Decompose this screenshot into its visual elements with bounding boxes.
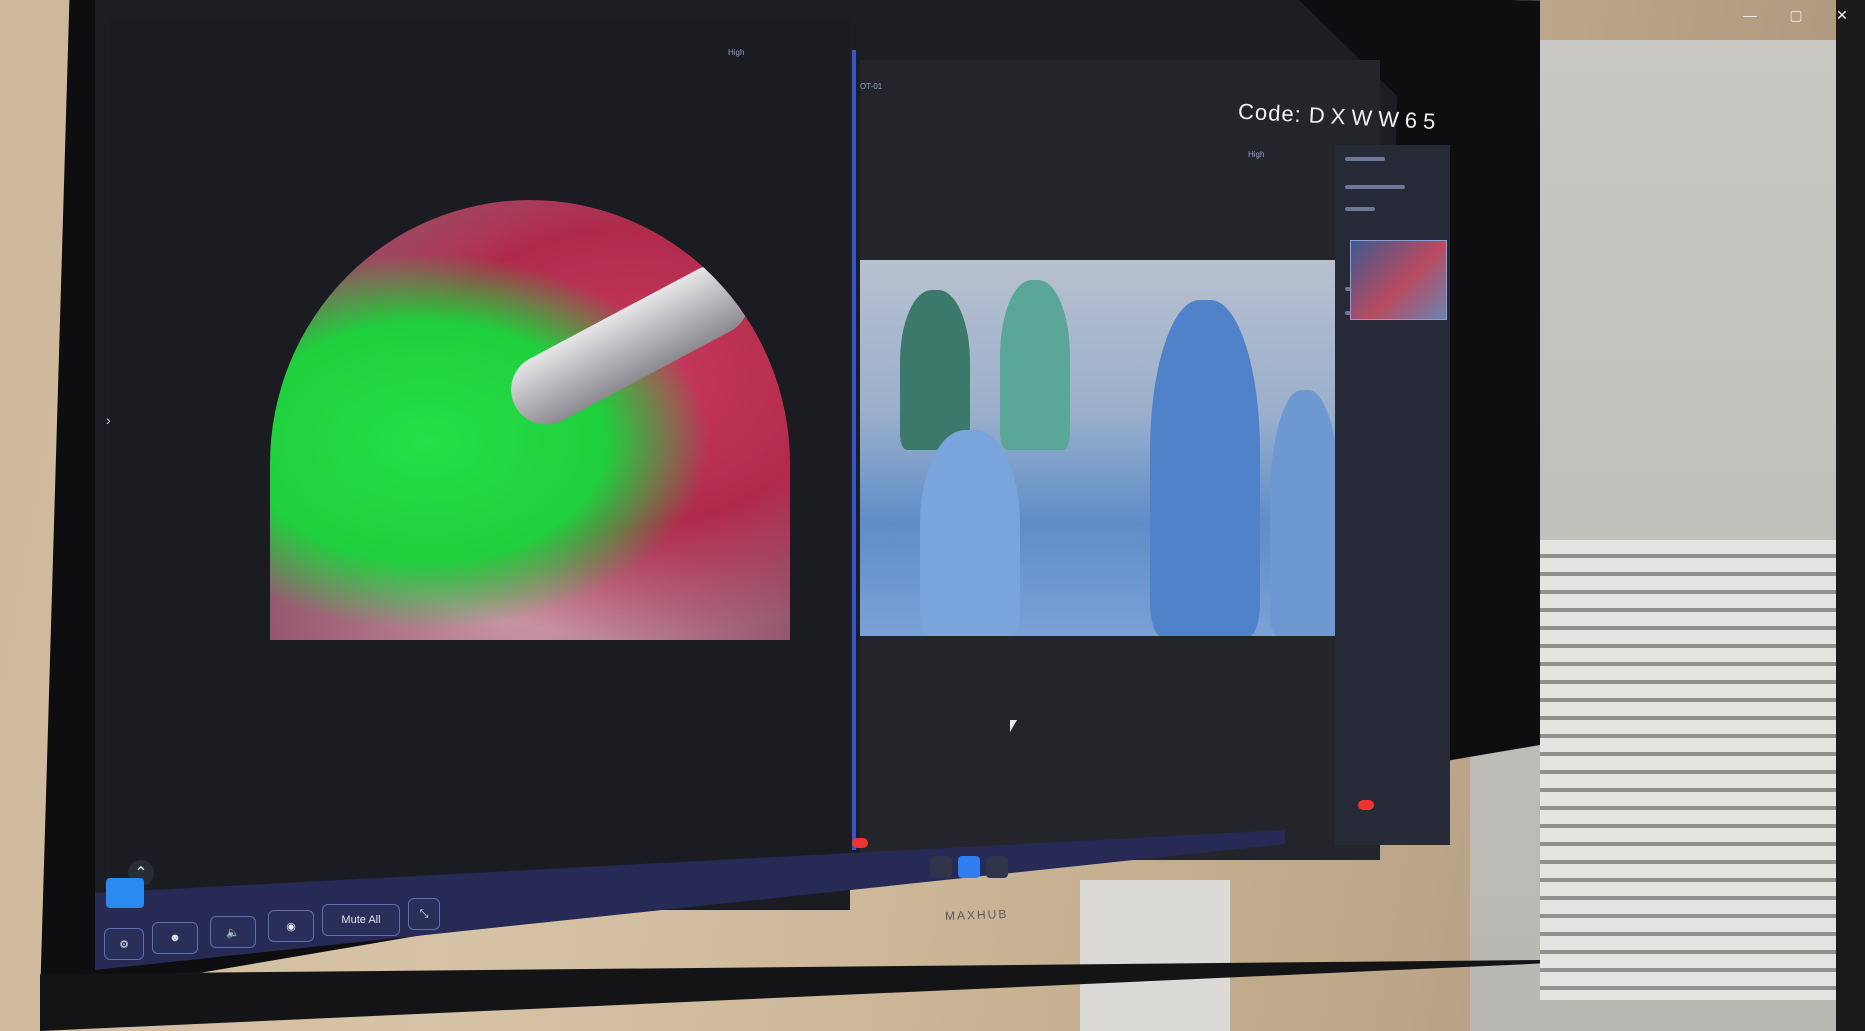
mute-all-button[interactable]: Mute All [322,904,400,936]
monitor-bezel-bottom [40,960,1540,1031]
mouse-cursor-icon [1010,720,1024,732]
settings-button[interactable]: ⚙ [104,928,144,960]
photo-background: MAXHUB Code: DXWW65 High OT-01 High › ⌃ [0,0,1836,1031]
snapshot-button[interactable]: ◉ [268,910,314,942]
quality-indicator-right[interactable]: High [1248,150,1264,159]
staff-figure [900,290,970,450]
close-button[interactable]: ✕ [1819,0,1865,30]
operating-room-feed [860,260,1360,636]
assistant-figure [1270,390,1340,636]
surgical-instrument [498,253,762,437]
restore-button[interactable]: ▢ [1773,0,1819,30]
participants-button[interactable]: ☻ [152,922,198,954]
volume-button[interactable]: 🔈 [210,916,256,948]
record-indicator-left [852,838,868,848]
staff-figure [1000,280,1070,450]
window-controls: — ▢ ✕ [1727,0,1865,30]
assistant-figure [920,430,1020,636]
sidebar-row [1345,157,1385,161]
monitor-brand: MAXHUB [944,906,1009,924]
layout-split-button[interactable] [958,856,980,878]
session-code-label: Code: [1237,98,1303,127]
annotate-button[interactable] [106,878,144,908]
collapse-arrows-icon: ⤡ [419,907,429,920]
window-blinds [1540,540,1836,1000]
camera-icon: ◉ [286,920,296,933]
layout-switcher [930,856,1008,878]
quality-indicator-left[interactable]: High [728,48,744,57]
minimize-button[interactable]: — [1727,0,1773,30]
surgeon-figure [1150,300,1260,636]
record-indicator-right [1358,800,1374,810]
layout-pip-button[interactable] [986,856,1008,878]
source-label: OT-01 [860,82,883,91]
panel-divider [852,50,856,850]
participants-icon: ☻ [169,932,181,944]
minimize-view-button[interactable]: ⤡ [408,898,440,930]
participant-thumbnail[interactable] [1350,240,1447,320]
sidebar-row [1345,185,1405,189]
speaker-icon: 🔈 [226,926,240,939]
layout-single-button[interactable] [930,856,952,878]
settings-icon: ⚙ [119,938,129,951]
expand-left-icon[interactable]: › [106,412,111,428]
monitor-stand [1080,880,1230,1031]
sidebar-row [1345,207,1375,211]
